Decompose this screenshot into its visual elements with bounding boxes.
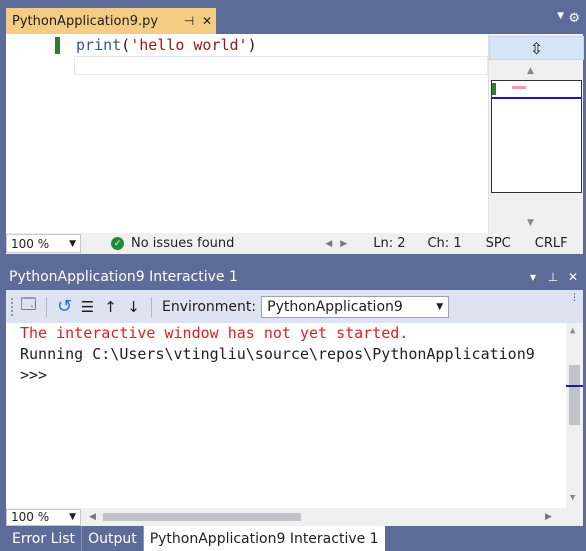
new-interactive-button[interactable]: 🗔 [17,295,40,318]
reset-icon: ↺ [56,296,73,317]
arrow-down-icon[interactable]: ▼ [570,493,575,503]
chevron-down-icon[interactable]: ▼ [557,11,564,21]
close-icon[interactable]: ✕ [563,270,583,284]
toolbar-separator [151,296,152,317]
arrow-left-icon[interactable]: ◀ [89,512,96,522]
clear-button[interactable]: ☰ [76,296,99,318]
map-scrollbar[interactable]: ⇳ ▲ ▼ [488,34,584,233]
caret-marker [566,385,583,387]
tab-label: PythonApplication9.py [12,13,159,29]
history-next-button[interactable]: ↓ [122,296,145,318]
current-line-highlight [74,56,488,75]
tab-pythonapplication9-py[interactable]: PythonApplication9.py ⊣ ✕ [6,8,216,34]
arrow-up-icon[interactable]: ▲ [527,66,534,76]
code-editor[interactable]: print('hello world') ⇳ ▲ ▼ [6,34,584,233]
bottom-tab-strip: Error List Output PythonApplication9 Int… [6,526,385,551]
chevron-down-icon: ▼ [436,301,444,312]
zoom-value: 100 % [11,236,50,251]
issues-text: No issues found [131,236,235,251]
whitespace-mode[interactable]: SPC [486,236,511,251]
history-previous-button[interactable]: ↑ [99,296,122,318]
error-message: The interactive window has not yet start… [20,324,409,342]
clear-icon: ☰ [80,297,95,316]
issues-indicator[interactable]: ✓ No issues found [111,236,234,251]
tab-output[interactable]: Output [82,526,143,551]
interactive-window-title-bar[interactable]: PythonApplication9 Interactive 1 ▾ ⊥ ✕ [6,264,583,290]
pin-icon[interactable]: ⊥ [543,270,563,284]
toolbar-grip[interactable] [10,296,14,317]
arrow-right-icon[interactable]: ▶ [545,512,552,522]
code-line[interactable]: print('hello world') [76,36,257,54]
arrow-left-icon[interactable]: ◀ [325,239,340,249]
chevron-down-icon: ▼ [69,512,76,522]
toolbar-overflow-icon[interactable]: ⋮ [570,293,579,303]
chevron-down-icon[interactable]: ▾ [523,270,543,284]
arrow-down-icon: ↓ [127,297,140,316]
environment-label: Environment: [162,298,257,315]
environment-value: PythonApplication9 [267,298,403,315]
split-icon: ⇳ [529,38,544,58]
scroll-thumb[interactable] [569,365,580,425]
running-message: Running C:\Users\vtingliu\source\repos\P… [20,345,535,363]
code-map-preview[interactable] [491,80,582,193]
horizontal-scrollbar[interactable]: ◀ ▶ [85,508,565,526]
repl-prompt[interactable]: >>> [20,366,47,384]
issue-navigation[interactable]: ◀▶ [325,239,355,249]
new-window-icon: 🗔 [20,295,37,313]
tab-interactive[interactable]: PythonApplication9 Interactive 1 [143,526,385,551]
arrow-up-icon: ↑ [104,297,117,316]
reset-button[interactable]: ↺ [53,296,76,318]
tab-error-list[interactable]: Error List [6,526,81,551]
scroll-thumb[interactable] [103,513,301,521]
split-window-button[interactable]: ⇳ [489,36,584,60]
zoom-select[interactable]: 100 % ▼ [6,508,81,526]
gear-icon[interactable]: ⚙ [568,11,580,26]
check-circle-icon: ✓ [111,237,124,250]
code-function-token: print [76,36,122,54]
code-paren-close: ) [247,36,257,54]
vertical-scrollbar[interactable]: ▲ ▼ [566,323,583,508]
code-string-token: 'hello world' [130,36,248,54]
code-paren-open: ( [121,36,131,54]
interactive-status-bar: 100 % ▼ ◀ ▶ [6,508,583,526]
editor-status-bar: 100 % ▼ ✓ No issues found ◀▶ Ln: 2 Ch: 1… [6,233,583,254]
interactive-window-title: PythonApplication9 Interactive 1 [9,269,238,285]
interactive-toolbar: 🗔 ↺ ☰ ↑ ↓ Environment: PythonApplication… [6,290,583,323]
arrow-up-icon[interactable]: ▲ [570,326,575,336]
chevron-down-icon: ▼ [69,238,76,249]
map-caret-marker [492,97,581,99]
column-number[interactable]: Ch: 1 [427,236,461,251]
arrow-right-icon[interactable]: ▶ [340,239,355,249]
toolbar-separator [46,296,47,317]
close-icon[interactable]: ✕ [198,14,216,28]
arrow-down-icon[interactable]: ▼ [527,218,534,228]
zoom-select[interactable]: 100 % ▼ [6,234,81,253]
map-change-marker [492,83,496,95]
zoom-value: 100 % [11,510,50,524]
map-code-marker [512,86,526,89]
change-tracking-bar [55,37,60,54]
line-number[interactable]: Ln: 2 [373,236,405,251]
interactive-output[interactable]: The interactive window has not yet start… [6,323,583,508]
line-ending-mode[interactable]: CRLF [535,236,568,251]
pin-icon[interactable]: ⊣ [180,14,198,28]
environment-select[interactable]: PythonApplication9 ▼ [261,295,450,318]
